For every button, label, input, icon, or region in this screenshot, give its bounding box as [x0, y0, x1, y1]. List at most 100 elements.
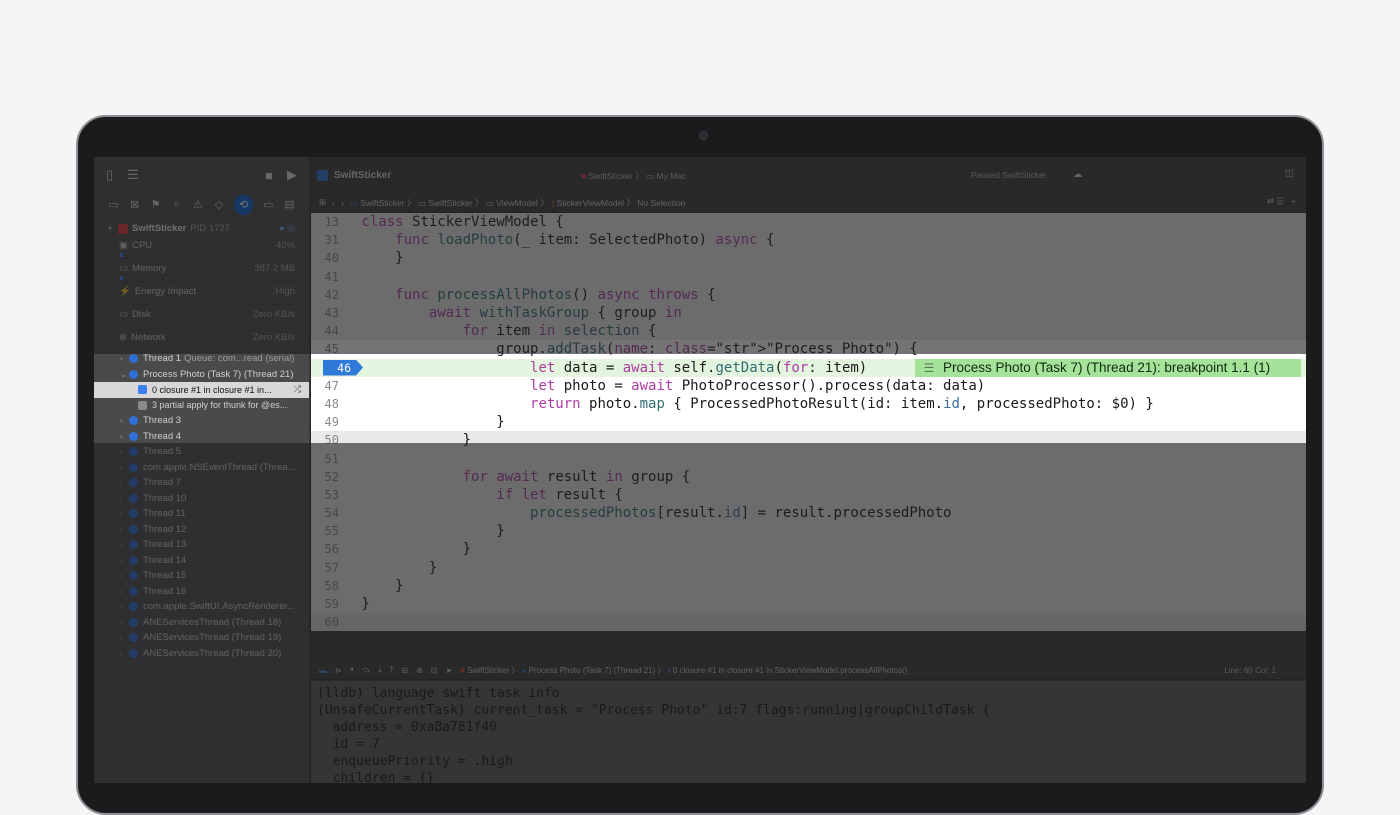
step-in-icon[interactable]: ⤓ [378, 665, 382, 675]
line-number[interactable]: 57 [311, 561, 353, 575]
line-number[interactable]: 59 [311, 597, 353, 611]
thread-row[interactable]: › Thread 5 [94, 444, 309, 460]
info-icon[interactable]: ● ◎ [279, 223, 295, 234]
line-number[interactable]: 52 [311, 470, 353, 484]
back-icon[interactable]: ‹ [332, 198, 335, 208]
line-number[interactable]: 55 [311, 524, 353, 538]
file-icon[interactable]: ▯ [106, 167, 113, 183]
thread-row[interactable]: › ANEServicesThread (Thread 18) [94, 615, 309, 631]
chevron-right-icon[interactable]: › [120, 416, 129, 425]
code-line[interactable]: 13 class StickerViewModel { [311, 213, 1306, 232]
editor-options-icon[interactable]: ⇄ ☰ + [1267, 196, 1296, 207]
scheme-selector[interactable]: ■ SwiftSticker 〉 ▭ My Mac [581, 170, 686, 182]
folder-icon[interactable]: ▭ [108, 198, 119, 211]
breadcrumb[interactable]: ▭ SwiftSticker 〉 ▭ SwiftSticker 〉 ▭ View… [350, 197, 686, 209]
thread-row[interactable]: › com.apple.NSEventThread (Threa... [94, 460, 309, 476]
code-line[interactable]: 56 } [311, 540, 1306, 559]
forward-icon[interactable]: › [341, 198, 344, 208]
code-line[interactable]: 44 for item in selection { [311, 322, 1306, 341]
code-line[interactable]: 57 } [311, 558, 1306, 577]
line-number[interactable]: 58 [311, 579, 353, 593]
chevron-right-icon[interactable]: › [120, 602, 129, 611]
code-line[interactable]: 55 } [311, 522, 1306, 541]
chevron-right-icon[interactable]: › [120, 525, 129, 534]
thread-row[interactable]: › Thread 1 Queue: com...read (serial) [94, 351, 309, 367]
breakpoint-marker[interactable]: 46 [323, 359, 363, 376]
view-hierarchy-icon[interactable]: ⊟ [401, 666, 408, 675]
gauge-row[interactable]: ▣ CPU 40% [94, 236, 309, 259]
stop-icon[interactable]: ■ [265, 168, 273, 183]
source-control-icon[interactable]: ⊠ [129, 198, 140, 211]
chevron-right-icon[interactable]: › [120, 478, 129, 487]
cloud-icon[interactable]: ☁ [1073, 169, 1083, 180]
thread-row[interactable]: › Thread 10 [94, 491, 309, 507]
environment-icon[interactable]: ⊡ [431, 666, 438, 675]
chevron-right-icon[interactable]: › [120, 447, 129, 456]
code-line[interactable]: 50 } [311, 431, 1306, 450]
line-number[interactable]: 45 [311, 342, 353, 356]
simulate-location-icon[interactable]: ➤ [445, 666, 452, 675]
code-line[interactable]: 31 func loadPhoto(_ item: SelectedPhoto)… [311, 231, 1306, 250]
code-line[interactable]: 48 return photo.map { ProcessedPhotoResu… [311, 394, 1306, 414]
line-number[interactable]: 56 [311, 542, 353, 556]
line-number[interactable]: 49 [311, 415, 353, 429]
debug-navigator-icon[interactable]: ⟲ [234, 194, 253, 215]
line-number[interactable]: 13 [311, 215, 353, 229]
line-number[interactable]: 51 [311, 452, 353, 466]
task-row[interactable]: ⌄ Process Photo (Task 7) (Thread 21) [94, 367, 309, 383]
debug-breadcrumb[interactable]: ■ SwiftSticker 〉 ● Process Photo (Task 7… [460, 665, 907, 676]
code-line[interactable]: 47 let photo = await PhotoProcessor().pr… [311, 376, 1306, 395]
pause-icon[interactable]: ⏸ [350, 665, 354, 675]
code-line[interactable]: 46 let data = await self.getData(for: it… [311, 358, 1306, 377]
thread-row[interactable]: › Thread 4 [94, 429, 309, 445]
memory-graph-icon[interactable]: ⊛ [416, 666, 423, 675]
stack-frame-selected[interactable]: 0 closure #1 in closure #1 in... ⤮ [94, 382, 309, 398]
grid-icon[interactable]: ⊞ [319, 197, 326, 208]
line-number[interactable]: 31 [311, 233, 353, 247]
thread-row[interactable]: › ANEServicesThread (Thread 19) [94, 630, 309, 646]
line-number[interactable]: 43 [311, 306, 353, 320]
code-line[interactable]: 51 [311, 449, 1306, 468]
line-number[interactable]: 48 [311, 397, 353, 411]
process-row[interactable]: ▾ SwiftSticker PID 1727 ● ◎ [94, 221, 309, 236]
step-over-icon[interactable]: ⤼ [362, 665, 371, 675]
debug-console[interactable]: (lldb) language swift task info (UnsafeCu… [311, 681, 1306, 783]
code-line[interactable]: 60 [311, 613, 1306, 632]
breakpoints-toggle-icon[interactable]: ⊳ [335, 666, 342, 675]
code-line[interactable]: 54 processedPhotos[result.id] = result.p… [311, 504, 1306, 523]
chevron-right-icon[interactable]: › [120, 571, 129, 580]
thread-row[interactable]: › Thread 14 [94, 553, 309, 569]
thread-row[interactable]: › Thread 12 [94, 522, 309, 538]
thread-row[interactable]: › Thread 16 [94, 584, 309, 600]
code-line[interactable]: 58 } [311, 576, 1306, 595]
thread-row[interactable]: › Thread 15 [94, 568, 309, 584]
gauge-row[interactable]: ⊕ Network Zero KB/s [94, 328, 309, 351]
line-number[interactable]: 53 [311, 488, 353, 502]
code-line[interactable]: 59 } [311, 594, 1306, 614]
line-number[interactable]: 42 [311, 288, 353, 302]
line-number[interactable]: 41 [311, 270, 353, 284]
code-line[interactable]: 45 group.addTask(name: class="str">"Proc… [311, 340, 1306, 359]
chevron-right-icon[interactable]: › [120, 587, 129, 596]
chevron-right-icon[interactable]: › [120, 618, 129, 627]
thread-row[interactable]: › ANEServicesThread (Thread 20) [94, 646, 309, 662]
line-number[interactable]: 44 [311, 324, 353, 338]
line-number[interactable]: 60 [311, 615, 353, 629]
chevron-right-icon[interactable]: › [120, 633, 129, 642]
thread-row[interactable]: › Thread 11 [94, 506, 309, 522]
chevron-right-icon[interactable]: › [120, 556, 129, 565]
code-line[interactable]: 52 for await result in group { [311, 467, 1306, 486]
thread-row[interactable]: › Thread 13 [94, 537, 309, 553]
chevron-down-icon[interactable]: ⌄ [120, 370, 129, 379]
code-line[interactable]: 49 } [311, 413, 1306, 432]
code-line[interactable]: 42 func processAllPhotos() async throws … [311, 285, 1306, 304]
thread-row[interactable]: › com.apple.SwiftUI.AsyncRenderer... [94, 599, 309, 615]
breakpoint-nav-icon[interactable]: ▭ [263, 198, 274, 211]
line-number[interactable]: 50 [311, 433, 353, 447]
thread-row[interactable]: › Thread 7 [94, 475, 309, 491]
line-number[interactable]: 54 [311, 506, 353, 520]
search-icon[interactable]: ⌕ [171, 198, 182, 211]
chevron-down-icon[interactable]: ▾ [108, 224, 118, 233]
gauge-row[interactable]: ⚡ Energy Impact High [94, 282, 309, 305]
chevron-right-icon[interactable]: › [120, 540, 129, 549]
